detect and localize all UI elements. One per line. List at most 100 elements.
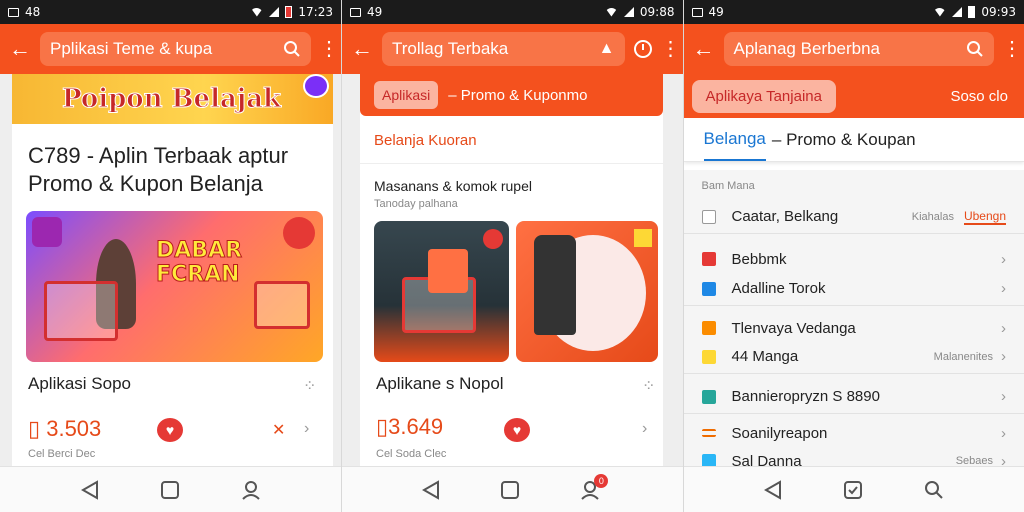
list-header: Bam Mana bbox=[701, 180, 755, 192]
tab-bar: Belanga – Promo & Koupan bbox=[683, 118, 1024, 162]
search-field[interactable]: Pplikasi Teme & kupa bbox=[40, 32, 311, 66]
search-text: Pplikasi Teme & kupa bbox=[50, 39, 213, 58]
heart-icon[interactable]: ♥ bbox=[504, 418, 530, 442]
list-item[interactable]: 44 Manga Malanenites › bbox=[683, 340, 1024, 374]
list-item-label: Bannieropryzn S 8890 bbox=[731, 388, 880, 405]
chevron-right-icon: › bbox=[1001, 348, 1006, 365]
tab-promo-koupan[interactable]: – Promo & Koupan bbox=[772, 130, 916, 150]
search-field[interactable]: Trollag Terbaka ▲ bbox=[382, 32, 625, 66]
more-options-icon[interactable]: ⋮ bbox=[319, 39, 339, 59]
search-text: Trollag Terbaka bbox=[392, 39, 509, 58]
wifi-icon bbox=[604, 7, 618, 17]
item-price: ▯3.649 bbox=[376, 414, 443, 440]
search-icon[interactable] bbox=[283, 40, 301, 58]
list-item-value: Malanenites bbox=[933, 350, 993, 363]
promo-image[interactable]: DABAR FCRAN bbox=[26, 211, 323, 362]
screen-1: 48 17:23 ← Pplikasi Teme & kupa ⋮ Poipon… bbox=[0, 0, 341, 512]
search-text: Aplanag Berberbna bbox=[733, 39, 881, 58]
list-item-label: Caatar, Belkang bbox=[731, 208, 839, 225]
item-name: Aplikasi Sopo bbox=[28, 374, 132, 393]
battery-icon bbox=[968, 6, 976, 18]
checkbox-nav-icon[interactable] bbox=[843, 480, 863, 500]
chevron-right-icon: › bbox=[1001, 424, 1006, 442]
list-item-label: Soanilyreapon bbox=[731, 424, 828, 442]
more-options-icon[interactable]: ⋮ bbox=[661, 39, 681, 59]
timer-icon[interactable] bbox=[633, 39, 653, 59]
card-icon bbox=[701, 209, 716, 224]
item-subtext: Cel Soda Clec bbox=[376, 448, 447, 460]
back-nav-icon[interactable] bbox=[422, 479, 440, 500]
chevron-right-icon: › bbox=[1001, 388, 1006, 405]
price-currency-icon: ▯ bbox=[28, 416, 47, 441]
shopping-cart-icon bbox=[254, 281, 310, 329]
category-icon bbox=[701, 321, 716, 335]
promo-image-cart[interactable] bbox=[374, 221, 509, 362]
chevron-right-icon[interactable]: › bbox=[642, 420, 647, 438]
back-arrow-icon[interactable]: ← bbox=[692, 36, 716, 62]
banner-logo-icon bbox=[303, 74, 329, 98]
list-item[interactable]: Bebbmk › bbox=[684, 242, 1024, 276]
price-value: 3.649 bbox=[388, 414, 444, 439]
signal-icon bbox=[952, 7, 963, 17]
section-title[interactable]: Belanja Kuoran bbox=[360, 116, 663, 164]
back-nav-icon[interactable] bbox=[80, 479, 99, 500]
menu-icon[interactable]: ⁘ bbox=[303, 376, 316, 396]
back-arrow-icon[interactable]: ← bbox=[8, 36, 32, 62]
back-nav-icon[interactable] bbox=[763, 479, 782, 500]
chevron-right-icon[interactable]: › bbox=[304, 420, 309, 438]
app-pill[interactable]: Aplikaya Tanjaina bbox=[691, 79, 836, 113]
screenshot-icon bbox=[8, 7, 19, 17]
list-item[interactable]: Adalline Torok › bbox=[683, 272, 1024, 306]
notification-badge: 0 bbox=[594, 473, 609, 488]
home-nav-icon[interactable] bbox=[500, 480, 520, 500]
card-title: C789 - Aplin Terbaak aptur Promo & Kupon… bbox=[28, 143, 289, 196]
banner-text: Poipon Belajak bbox=[61, 84, 282, 115]
discount-badge-icon bbox=[483, 229, 503, 249]
list-item-label: Bebbmk bbox=[731, 250, 787, 268]
profile-nav-button[interactable]: 0 bbox=[580, 473, 609, 500]
promo-banner[interactable]: Poipon Belajak bbox=[12, 74, 333, 124]
status-time: 17:23 bbox=[298, 5, 333, 19]
category-icon bbox=[701, 349, 716, 364]
item-price: ▯ 3.503 bbox=[28, 416, 101, 442]
app-pill[interactable]: Aplikasi bbox=[374, 81, 439, 109]
profile-nav-icon[interactable] bbox=[241, 480, 261, 500]
list-item-value: Kiahalas bbox=[911, 210, 954, 223]
menu-icon[interactable]: ⁘ bbox=[642, 376, 655, 396]
promo-badge-text: DABAR FCRAN bbox=[156, 238, 243, 287]
promo-image-jacket[interactable] bbox=[516, 221, 658, 362]
status-time: 09:88 bbox=[639, 5, 675, 19]
nav-bar bbox=[0, 466, 341, 512]
back-arrow-icon[interactable]: ← bbox=[350, 36, 374, 62]
more-options-icon[interactable]: ⋮ bbox=[1002, 39, 1022, 59]
screen-3: 49 09:93 ← Aplanag Berberbna ⋮ Aplikaya … bbox=[682, 0, 1024, 512]
list-item-tab[interactable]: Ubengn bbox=[963, 209, 1006, 225]
category-icon bbox=[701, 389, 716, 404]
discount-badge-icon bbox=[283, 217, 315, 249]
search-nav-icon[interactable] bbox=[924, 480, 944, 500]
status-bar: 48 17:23 bbox=[0, 0, 341, 24]
list-item[interactable]: Caatar, Belkang Kiahalas Ubengn bbox=[683, 200, 1024, 234]
wifi-icon bbox=[250, 7, 264, 17]
home-nav-icon[interactable] bbox=[160, 480, 180, 500]
screens-container: 48 17:23 ← Pplikasi Teme & kupa ⋮ Poipon… bbox=[0, 0, 1024, 512]
screenshot-icon bbox=[350, 7, 361, 17]
tab-belanga[interactable]: Belanga bbox=[703, 119, 766, 161]
subtitle: Masanans & komok rupel bbox=[374, 178, 532, 194]
search-icon[interactable] bbox=[966, 40, 984, 58]
share-icon[interactable]: ✕ bbox=[272, 420, 285, 440]
list-item-label: Adalline Torok bbox=[731, 280, 826, 297]
chevron-right-icon: › bbox=[1001, 319, 1006, 337]
status-bar: 49 09:93 bbox=[683, 0, 1024, 24]
list-item-label: Tlenvaya Vedanga bbox=[731, 319, 856, 337]
search-field[interactable]: Aplanag Berberbna bbox=[723, 32, 994, 66]
jacket-figure bbox=[534, 235, 576, 335]
flame-icon[interactable]: ▲ bbox=[599, 40, 615, 58]
product-box bbox=[428, 249, 468, 293]
list-item[interactable]: Bannieropryzn S 8890 › bbox=[683, 380, 1024, 414]
topbar-right-text: Soso clo bbox=[950, 87, 1008, 105]
status-text: 49 bbox=[708, 5, 724, 19]
category-list: Bam Mana Caatar, Belkang Kiahalas Ubengn… bbox=[683, 170, 1024, 470]
promo-topbar: Aplikaya Tanjaina Soso clo bbox=[683, 74, 1024, 118]
heart-icon[interactable]: ♥ bbox=[157, 418, 183, 442]
